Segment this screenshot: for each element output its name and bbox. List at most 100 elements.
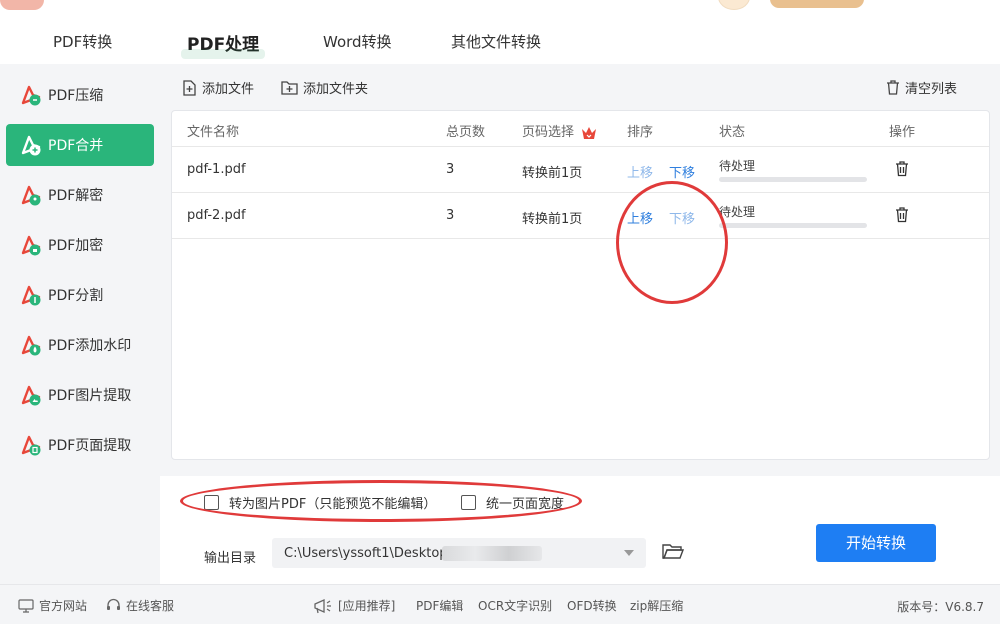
ofd-convert-link[interactable]: OFD转换 [567,597,617,614]
sidebar-item-label: PDF加密 [48,238,104,254]
sidebar-item-label: PDF分割 [48,288,104,304]
sidebar-item-label: PDF压缩 [48,88,104,104]
page-select[interactable]: 转换前1页 [522,162,582,181]
uniform-width-option[interactable]: 统一页面宽度 [461,493,564,512]
start-convert-button[interactable]: 开始转换 [816,524,936,562]
tab-pdf-process[interactable]: PDF处理 [180,30,266,59]
app-logo [0,0,44,10]
pdf-image-extract-icon [20,384,42,406]
status-text: 待处理 [719,159,756,173]
move-down-link[interactable]: 下移 [669,162,695,181]
pdf-compress-icon [20,84,42,106]
official-website-label: 官方网站 [39,599,88,613]
top-bar: PDF转换 PDF处理 Word转换 其他文件转换 [0,0,1000,64]
header-order: 排序 [627,125,654,140]
output-dir-label: 输出目录 [204,551,257,566]
add-folder-icon [281,81,298,95]
file-name: pdf-2.pdf [187,208,246,223]
chevron-down-icon[interactable] [624,550,634,556]
online-support-link[interactable]: 在线客服 [106,597,174,614]
sidebar-item-pdf-decrypt[interactable]: PDF解密 [6,174,154,216]
add-file-label: 添加文件 [202,82,255,97]
clear-list-button[interactable]: 清空列表 [886,78,957,97]
app-recommend-label: [应用推荐] [338,599,396,613]
sidebar-item-pdf-compress[interactable]: PDF压缩 [6,74,154,116]
status-bar: 官方网站 在线客服 [应用推荐] PDF编辑 OCR文字识别 OFD转换 zip… [0,584,1000,624]
app-window: PDF转换 PDF处理 Word转换 其他文件转换 PDF压缩 PDF合并 PD… [0,0,1000,624]
page-select[interactable]: 转换前1页 [522,208,582,227]
sidebar-item-pdf-split[interactable]: PDF分割 [6,274,154,316]
table-header: 文件名称 总页数 页码选择 排序 状态 操作 [172,111,989,147]
sidebar-item-label: PDF页面提取 [48,438,132,454]
status-text: 待处理 [719,205,756,219]
pdf-edit-link[interactable]: PDF编辑 [416,597,463,614]
vip-crown-icon [582,126,597,139]
to-image-pdf-label: 转为图片PDF（只能预览不能编辑） [229,497,437,512]
uniform-width-label: 统一页面宽度 [486,497,565,512]
version-label: 版本号：V6.8.7 [897,600,984,614]
vip-button[interactable] [770,0,864,8]
table-row: pdf-2.pdf 3 转换前1页 上移 下移 待处理 [172,193,989,239]
table-row: pdf-1.pdf 3 转换前1页 上移 下移 待处理 [172,147,989,193]
output-dir-path: C:\Users\yssoft1\Desktop [284,546,448,561]
pdf-decrypt-icon [20,184,42,206]
move-down-link[interactable]: 下移 [669,208,695,227]
sidebar-item-pdf-page-extract[interactable]: PDF页面提取 [6,424,154,466]
add-folder-button[interactable]: 添加文件夹 [281,78,368,97]
to-image-pdf-option[interactable]: 转为图片PDF（只能预览不能编辑） [204,493,436,512]
folder-open-icon[interactable] [662,542,684,560]
uniform-width-checkbox[interactable] [461,495,476,510]
header-page-select: 页码选择 [522,121,597,140]
file-toolbar: 添加文件 添加文件夹 清空列表 [160,64,1000,110]
sidebar-item-label: PDF合并 [48,138,104,154]
sidebar-item-pdf-merge[interactable]: PDF合并 [6,124,154,166]
to-image-pdf-checkbox[interactable] [204,495,219,510]
delete-icon[interactable] [895,206,909,223]
sidebar-item-label: PDF添加水印 [48,338,132,354]
main-content: 添加文件 添加文件夹 清空列表 文件名称 总页数 页码选择 排序 状态 操作 p… [160,64,1000,584]
pdf-merge-icon [20,134,42,156]
trash-icon [887,80,899,95]
sidebar-item-pdf-image-extract[interactable]: PDF图片提取 [6,374,154,416]
pdf-page-extract-icon [20,434,42,456]
tab-pdf-convert[interactable]: PDF转换 [53,31,112,52]
ocr-link[interactable]: OCR文字识别 [478,597,552,614]
redacted-path [442,546,542,561]
clear-list-label: 清空列表 [905,82,958,97]
online-support-label: 在线客服 [126,599,175,613]
delete-icon[interactable] [895,160,909,177]
total-pages: 3 [446,208,455,223]
header-file-name: 文件名称 [187,125,240,140]
app-recommend: [应用推荐] [313,597,395,614]
sidebar-item-label: PDF解密 [48,188,104,204]
tab-other-convert[interactable]: 其他文件转换 [451,31,541,52]
progress-bar [719,223,867,228]
progress-bar [719,177,867,182]
output-dir-field[interactable]: C:\Users\yssoft1\Desktop [272,538,646,568]
headset-icon [107,598,120,610]
sidebar: PDF压缩 PDF合并 PDF解密 PDF加密 PDF分割 PDF添加水印 PD… [0,64,160,584]
official-website-link[interactable]: 官方网站 [18,597,87,614]
header-page-select-label: 页码选择 [522,125,575,140]
file-list-panel: 文件名称 总页数 页码选择 排序 状态 操作 pdf-1.pdf 3 转换前1页… [171,110,990,460]
pdf-encrypt-icon [20,234,42,256]
sidebar-item-pdf-watermark[interactable]: PDF添加水印 [6,324,154,366]
options-panel: 转为图片PDF（只能预览不能编辑） 统一页面宽度 输出目录 C:\Users\y… [160,476,1000,584]
sidebar-item-label: PDF图片提取 [48,388,132,404]
move-up-link[interactable]: 上移 [627,208,653,227]
move-up-link[interactable]: 上移 [627,162,653,181]
pdf-split-icon [20,284,42,306]
file-name: pdf-1.pdf [187,162,246,177]
add-folder-label: 添加文件夹 [303,82,369,97]
header-action: 操作 [889,125,916,140]
monitor-icon [18,598,34,613]
header-total-pages: 总页数 [446,125,486,140]
pdf-watermark-icon [20,334,42,356]
user-avatar[interactable] [718,0,750,10]
add-file-button[interactable]: 添加文件 [182,78,254,97]
add-file-icon [183,79,196,96]
tab-word-convert[interactable]: Word转换 [323,31,392,52]
zip-extract-link[interactable]: zip解压缩 [630,597,683,614]
total-pages: 3 [446,162,455,177]
sidebar-item-pdf-encrypt[interactable]: PDF加密 [6,224,154,266]
